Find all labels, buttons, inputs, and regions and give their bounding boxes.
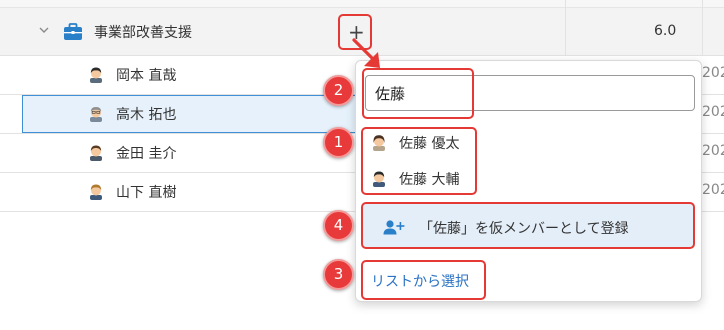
member-name: 山下 直樹 (116, 185, 177, 201)
step-badge-1: 1 (323, 127, 354, 158)
group-name: 事業部改善支援 (94, 25, 192, 41)
annotation-arrow-icon (352, 38, 380, 68)
chevron-down-icon[interactable] (39, 25, 49, 35)
avatar (90, 107, 102, 122)
selected-row-highlight (22, 95, 362, 133)
avatar (90, 184, 102, 200)
date-cell: 202 (702, 104, 724, 120)
step-badge-4: 4 (323, 210, 354, 241)
briefcase-icon (64, 23, 82, 40)
select-from-list-link[interactable]: リストから選択 (361, 260, 486, 300)
grid-divider (565, 0, 566, 56)
step-badge-2: 2 (323, 75, 354, 106)
grid-header-strip (0, 0, 724, 8)
register-temporary-member-button[interactable]: 「佐藤」を仮メンバーとして登録 (361, 202, 695, 249)
add-user-icon (383, 220, 405, 235)
member-name: 金田 圭介 (116, 146, 177, 162)
list-link-label: リストから選択 (371, 274, 469, 290)
annotation-outline (362, 68, 474, 119)
register-label: 「佐藤」を仮メンバーとして登録 (419, 221, 629, 237)
avatar (90, 145, 102, 161)
avatar (90, 67, 102, 83)
annotation-outline (361, 127, 477, 195)
date-cell: 202 (702, 182, 724, 198)
member-name: 高木 拓也 (116, 107, 177, 123)
date-cell: 202 (702, 143, 724, 159)
member-name: 岡本 直哉 (116, 68, 177, 84)
step-badge-3: 3 (323, 259, 354, 290)
group-total-value: 6.0 (654, 23, 677, 39)
date-cell: 202 (702, 65, 724, 81)
